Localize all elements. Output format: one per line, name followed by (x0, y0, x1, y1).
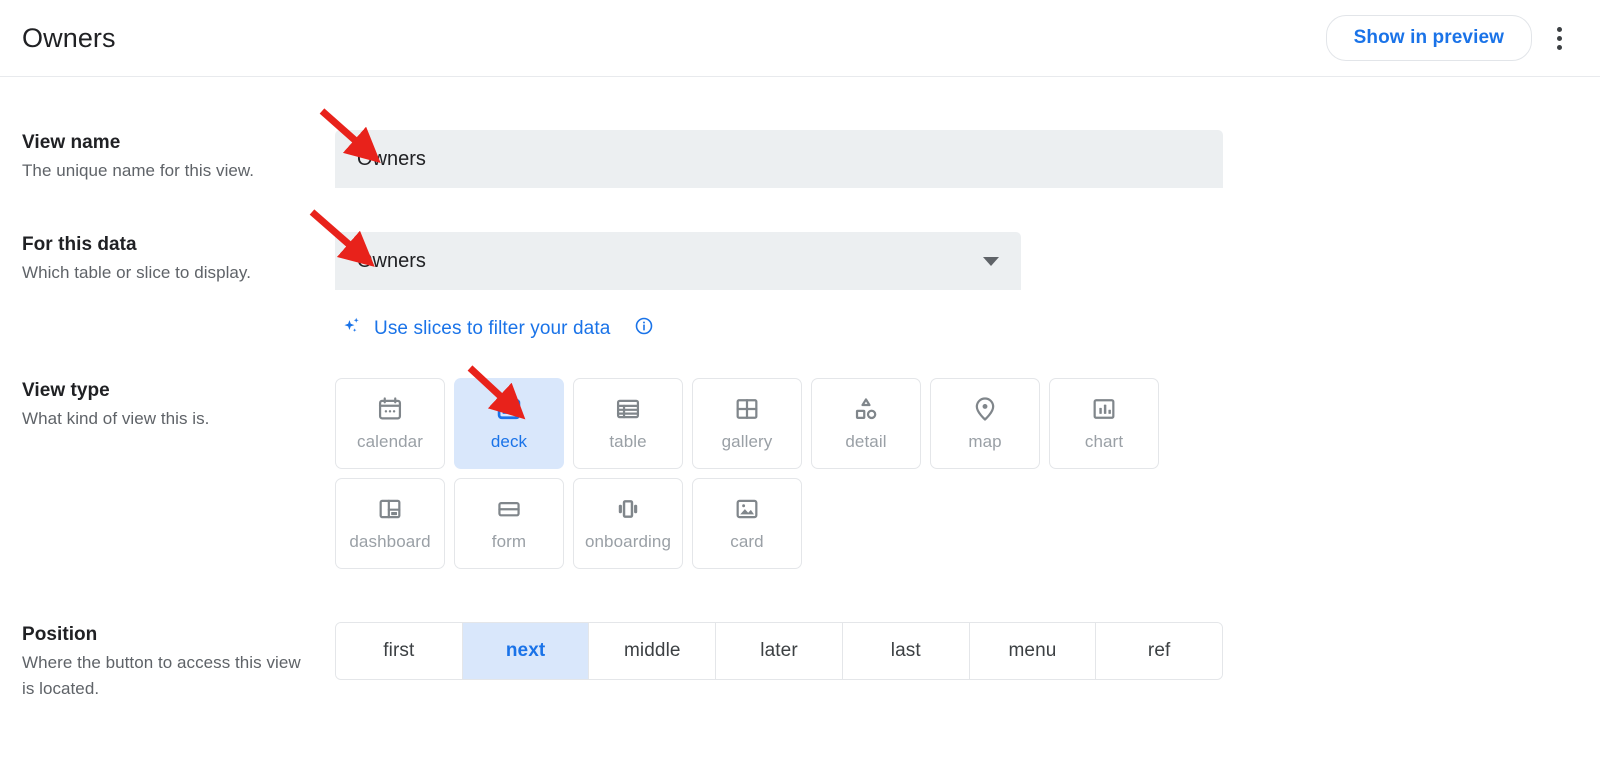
view-type-title: View type (22, 378, 335, 404)
view-type-options: calendar deck table gallery detail map chart da… (335, 378, 1225, 569)
for-this-data-value: Owners (357, 250, 426, 273)
chevron-down-icon (983, 257, 999, 266)
view-name-description: The unique name for this view. (22, 158, 335, 184)
position-option-next[interactable]: next (463, 623, 590, 679)
table-icon (614, 395, 642, 423)
kebab-dot (1557, 45, 1562, 50)
view-type-tile-label: chart (1085, 432, 1123, 452)
view-type-tile-label: dashboard (349, 532, 430, 552)
for-this-data-row: For this data Which table or slice to di… (0, 232, 1021, 343)
page-title: Owners (22, 23, 116, 54)
view-type-tile-calendar[interactable]: calendar (335, 378, 445, 469)
view-name-title: View name (22, 130, 335, 156)
header-actions: Show in preview (1326, 15, 1578, 61)
view-type-tile-chart[interactable]: chart (1049, 378, 1159, 469)
position-segmented-control: firstnextmiddlelaterlastmenuref (335, 622, 1223, 680)
position-description: Where the button to access this view is … (22, 650, 312, 702)
view-type-tile-label: gallery (722, 432, 773, 452)
chart-icon (1090, 395, 1118, 423)
view-type-tile-deck[interactable]: deck (454, 378, 564, 469)
view-type-tile-gallery[interactable]: gallery (692, 378, 802, 469)
show-in-preview-button[interactable]: Show in preview (1326, 15, 1532, 61)
for-this-data-select[interactable]: Owners (335, 232, 1021, 290)
position-labels: Position Where the button to access this… (0, 622, 335, 702)
position-option-later[interactable]: later (716, 623, 843, 679)
map-pin-icon (971, 395, 999, 423)
kebab-dot (1557, 27, 1562, 32)
use-slices-label: Use slices to filter your data (374, 318, 610, 340)
for-this-data-description: Which table or slice to display. (22, 260, 335, 286)
view-type-tile-card[interactable]: card (692, 478, 802, 569)
view-type-tile-label: card (730, 532, 763, 552)
onboarding-icon (614, 495, 642, 523)
position-option-last[interactable]: last (843, 623, 970, 679)
deck-icon (495, 395, 523, 423)
view-type-tile-table[interactable]: table (573, 378, 683, 469)
detail-icon (852, 395, 880, 423)
view-type-tile-label: form (492, 532, 526, 552)
position-title: Position (22, 622, 335, 648)
gallery-icon (733, 395, 761, 423)
position-option-menu[interactable]: menu (970, 623, 1097, 679)
use-slices-link[interactable]: Use slices to filter your data (341, 315, 654, 343)
view-name-labels: View name The unique name for this view. (0, 130, 335, 188)
view-type-tile-label: map (968, 432, 1001, 452)
dashboard-icon (376, 495, 404, 523)
kebab-dot (1557, 36, 1562, 41)
view-type-tile-dashboard[interactable]: dashboard (335, 478, 445, 569)
view-type-tile-form[interactable]: form (454, 478, 564, 569)
view-name-row: View name The unique name for this view. (0, 130, 1223, 188)
view-type-tile-map[interactable]: map (930, 378, 1040, 469)
for-this-data-labels: For this data Which table or slice to di… (0, 232, 335, 343)
view-type-tile-label: detail (845, 432, 886, 452)
view-type-row: View type What kind of view this is. cal… (0, 378, 1225, 569)
form-icon (495, 495, 523, 523)
position-option-middle[interactable]: middle (589, 623, 716, 679)
calendar-icon (376, 395, 404, 423)
view-type-tile-label: onboarding (585, 532, 671, 552)
for-this-data-title: For this data (22, 232, 335, 258)
view-name-input[interactable] (335, 130, 1223, 188)
position-row: Position Where the button to access this… (0, 622, 1223, 702)
view-type-tile-label: deck (491, 432, 527, 452)
view-type-tile-detail[interactable]: detail (811, 378, 921, 469)
app-header: Owners Show in preview (0, 0, 1600, 77)
view-type-labels: View type What kind of view this is. (0, 378, 335, 569)
position-option-first[interactable]: first (336, 623, 463, 679)
view-type-tile-label: table (609, 432, 646, 452)
sparkle-icon (341, 315, 363, 343)
for-this-data-controls: Owners Use slices to filter your data (335, 232, 1021, 343)
position-option-ref[interactable]: ref (1096, 623, 1222, 679)
view-type-tile-onboarding[interactable]: onboarding (573, 478, 683, 569)
view-type-tile-label: calendar (357, 432, 423, 452)
more-vert-icon[interactable] (1546, 21, 1572, 55)
card-icon (733, 495, 761, 523)
info-icon[interactable] (634, 316, 654, 342)
view-type-description: What kind of view this is. (22, 406, 335, 432)
